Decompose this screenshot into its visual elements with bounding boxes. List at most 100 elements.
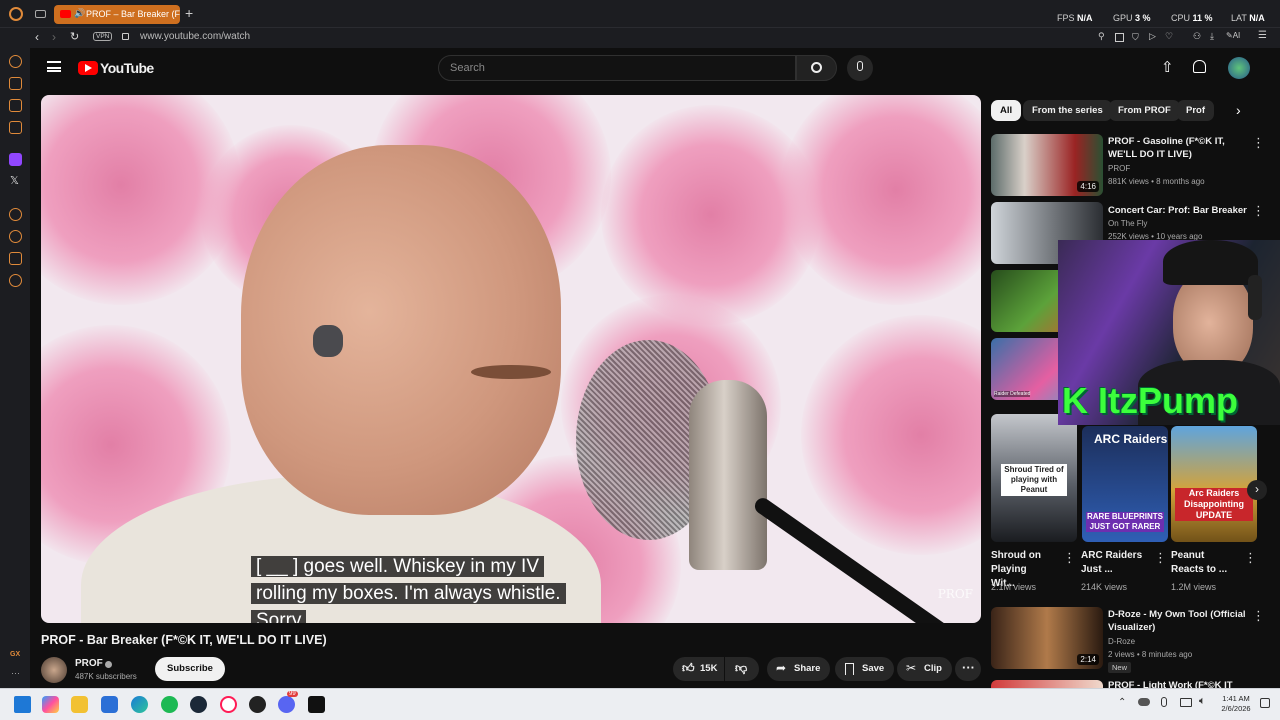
shorts-next-button[interactable]: › [1247, 480, 1267, 500]
gx-m-icon[interactable] [9, 121, 22, 134]
voice-search-button[interactable] [847, 55, 873, 81]
onedrive-icon[interactable] [1138, 698, 1150, 706]
workspaces-icon[interactable] [35, 10, 46, 18]
new-tab-button[interactable]: + [185, 5, 193, 21]
chip-prof[interactable]: Prof [1177, 100, 1214, 121]
rec-thumbnail-1[interactable]: 4:16 [991, 134, 1103, 196]
ai-button[interactable]: ✎AI [1226, 31, 1240, 40]
clip-button[interactable]: ✂ Clip [897, 657, 952, 681]
chip-from-the-series[interactable]: From the series [1023, 100, 1112, 121]
more-icon[interactable]: ··· [11, 668, 20, 678]
pin-icon[interactable]: ⚲ [1098, 31, 1105, 42]
lock-icon[interactable] [122, 33, 129, 40]
opera-gx-icon[interactable] [220, 696, 237, 713]
short-more-icon-1[interactable]: ⋮ [1063, 551, 1076, 564]
history-icon[interactable] [9, 230, 22, 243]
opera-logo-icon[interactable] [9, 7, 23, 21]
rec-channel-5[interactable]: D-Roze [1108, 637, 1135, 646]
url-text[interactable]: www.youtube.com/watch [140, 31, 250, 42]
scissors-icon: ✂ [906, 661, 917, 675]
search-input[interactable]: Search [438, 55, 796, 81]
rec-more-icon-2[interactable]: ⋮ [1252, 204, 1265, 217]
short-thumbnail-3[interactable]: Arc Raiders Disappointing UPDATE [1171, 426, 1257, 542]
avatar[interactable] [1228, 57, 1250, 79]
rec-title-1[interactable]: PROF - Gasoline (F*©K IT, WE'LL DO IT LI… [1108, 135, 1248, 161]
tabs-icon[interactable] [9, 99, 22, 112]
twitch-icon[interactable] [9, 153, 22, 166]
back-icon[interactable]: ‹ [35, 30, 39, 44]
chip-from-prof[interactable]: From PROF [1109, 100, 1180, 121]
gx-corner-icon[interactable] [9, 77, 22, 90]
channel-name[interactable]: PROF [75, 658, 103, 669]
forward-icon[interactable]: › [52, 30, 56, 44]
short-thumbnail-2[interactable]: ARC Raiders RARE BLUEPRINTS JUST GOT RAR… [1082, 426, 1168, 542]
spotify-icon[interactable] [161, 696, 178, 713]
rec-more-icon-5[interactable]: ⋮ [1252, 609, 1265, 622]
like-button[interactable]: 👍︎ 15K [673, 657, 724, 681]
heart-icon[interactable]: ♡ [1165, 31, 1173, 42]
tab-prof-bar-breaker[interactable]: 🔊 PROF – Bar Breaker (F [54, 5, 180, 24]
edge-icon[interactable] [131, 696, 148, 713]
rec-channel-1[interactable]: PROF [1108, 164, 1130, 173]
menu-icon[interactable] [47, 61, 61, 72]
gx-control-icon[interactable] [9, 55, 22, 68]
channel-avatar[interactable] [41, 657, 67, 683]
copilot-icon[interactable] [42, 696, 59, 713]
ms-store-icon[interactable] [101, 696, 118, 713]
network-icon[interactable] [1180, 698, 1192, 707]
settings-gear-icon[interactable] [9, 274, 22, 287]
rec-more-icon-1[interactable]: ⋮ [1252, 136, 1265, 149]
reload-icon[interactable]: ↻ [70, 30, 79, 43]
rec-thumbnail-5[interactable]: 2:14 [991, 607, 1103, 669]
chips-next-icon[interactable]: › [1236, 102, 1241, 118]
tray-chevron-icon[interactable]: ⌃ [1118, 697, 1126, 708]
adblock-shield-icon[interactable]: ⛉ [1132, 32, 1139, 43]
profile-icon[interactable]: ⚇ [1193, 31, 1201, 42]
video-player[interactable]: [ __ ] goes well. Whiskey in my IV rolli… [41, 95, 981, 623]
vpn-badge[interactable]: VPN [93, 32, 113, 41]
rec-title-5[interactable]: D-Roze - My Own Tool (Official Visualize… [1108, 608, 1248, 634]
volume-icon[interactable]: 🔈︎ [1199, 695, 1206, 708]
steam-icon[interactable] [190, 696, 207, 713]
notifications-bell-icon[interactable] [1193, 60, 1206, 73]
share-button[interactable]: ➦ Share [767, 657, 831, 681]
short-more-icon-3[interactable]: ⋮ [1244, 551, 1257, 564]
x-icon[interactable]: 𝕏 [10, 174, 19, 187]
microphone-tray-icon[interactable] [1161, 697, 1167, 707]
speaker-icon[interactable]: 🔊 [74, 8, 85, 19]
rec-thumbnail-6[interactable] [991, 680, 1103, 688]
player-icon[interactable]: ▷ [1149, 31, 1156, 42]
player-sidebar-icon[interactable] [9, 208, 22, 221]
file-explorer-icon[interactable] [71, 696, 88, 713]
save-button[interactable]: Save [835, 657, 895, 681]
clock[interactable]: 1:41 AM 2/6/2026 [1216, 694, 1256, 714]
notifications-icon[interactable] [1260, 698, 1270, 708]
fps-stat: FPS N/A [1057, 13, 1093, 23]
dislike-button[interactable]: 👎︎ [725, 657, 759, 681]
short-thumbnail-1[interactable]: Shroud Tired of playing with Peanut [991, 414, 1077, 542]
tab-title: PROF – Bar Breaker (F [86, 9, 180, 19]
caption-line-2: rolling my boxes. I'm always whistle. [251, 580, 566, 607]
channel-watermark[interactable]: PROF [938, 587, 973, 601]
search-button[interactable] [796, 55, 837, 81]
share-icon: ➦ [776, 661, 787, 675]
game-app-icon[interactable] [249, 696, 266, 713]
terminal-icon[interactable] [308, 696, 325, 713]
upload-icon[interactable]: ⇧ [1161, 58, 1174, 76]
rec-title-6[interactable]: PROF - Light Work (F*©K IT [1108, 679, 1248, 688]
short-title-3[interactable]: Peanut Reacts to ... [1171, 549, 1233, 577]
rec-channel-2[interactable]: On The Fly [1108, 219, 1147, 228]
subscribe-button[interactable]: Subscribe [155, 657, 225, 681]
chip-all[interactable]: All [991, 100, 1022, 121]
snapshot-icon[interactable] [1115, 33, 1124, 42]
easy-setup-icon[interactable]: ☰ [1258, 30, 1267, 41]
extensions-icon[interactable] [9, 252, 22, 265]
start-button-icon[interactable] [14, 696, 31, 713]
short-more-icon-2[interactable]: ⋮ [1154, 551, 1167, 564]
rec-title-2[interactable]: Concert Car: Prof: Bar Breaker [1108, 204, 1248, 217]
download-icon[interactable]: ⤓ [1210, 31, 1214, 42]
more-actions-button[interactable]: ··· [955, 657, 981, 681]
discord-icon[interactable]: 99 [278, 691, 298, 713]
video-title: PROF - Bar Breaker (F*©K IT, WE'LL DO IT… [41, 633, 327, 647]
short-title-2[interactable]: ARC Raiders Just ... [1081, 549, 1143, 577]
